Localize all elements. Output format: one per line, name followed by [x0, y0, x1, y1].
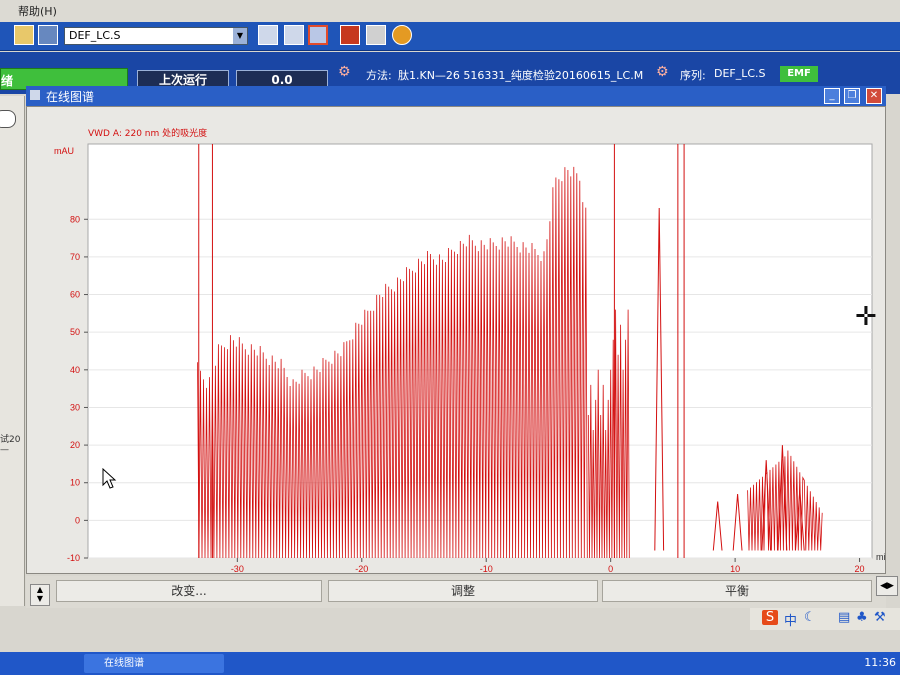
sogou-icon[interactable]: S	[762, 610, 778, 625]
left-panel: 试20—	[0, 96, 25, 606]
sequence-label: 序列:	[680, 69, 706, 82]
scroll-arrows[interactable]: ◀▶	[876, 576, 898, 596]
save-icon[interactable]	[38, 25, 58, 45]
x-axis-label: min	[876, 552, 886, 562]
y-tick-label: 40	[70, 365, 80, 375]
sequence-select[interactable]: DEF_LC.S ▼	[64, 27, 248, 45]
method-info[interactable]: ⚙ 方法: 肽1.KN—26 516331_纯度检验20160615_LC.M	[338, 64, 648, 86]
moon-icon[interactable]: ☾	[804, 610, 816, 625]
change-button[interactable]: 改变...	[56, 580, 322, 602]
print-icon[interactable]	[366, 25, 386, 45]
online-plot-title: 在线图谱	[46, 90, 95, 104]
x-tick-label: -20	[355, 564, 368, 574]
y-tick-label: 20	[70, 440, 80, 450]
taskbar-item[interactable]: 在线图谱	[84, 654, 224, 673]
chromatogram-chart[interactable]: -10 0 10 20 30 40 50 60 70 80 -30 -20 -10 0 10 20 mAU min	[26, 106, 886, 574]
emf-badge: EMF	[780, 66, 818, 82]
adjust-button[interactable]: 调整	[328, 580, 598, 602]
skin-icon[interactable]: ♣	[856, 610, 868, 625]
y-tick-label: 30	[70, 402, 80, 412]
window-b-icon[interactable]	[284, 25, 304, 45]
folder-icon[interactable]	[14, 25, 34, 45]
window-icon	[30, 90, 40, 100]
y-tick-label: 80	[70, 214, 80, 224]
clock: 11:36	[864, 656, 896, 669]
y-tick-label: 0	[75, 515, 80, 525]
menu-help[interactable]: 帮助(H)	[18, 3, 57, 19]
minimize-icon[interactable]: _	[824, 88, 840, 104]
x-tick-label: -10	[480, 564, 493, 574]
window-a-icon[interactable]	[258, 25, 278, 45]
ready-text: 绪	[1, 74, 14, 88]
x-tick-label: 10	[730, 564, 740, 574]
sequence-icon: ⚙	[656, 64, 669, 80]
y-tick-label: 70	[70, 252, 80, 262]
y-tick-label: -10	[67, 553, 80, 563]
crosshair-cursor-icon: ✛	[855, 302, 877, 332]
online-plot-icon[interactable]	[308, 25, 328, 45]
sequence-name: DEF_LC.S	[714, 67, 766, 80]
mouse-cursor-icon	[102, 468, 117, 489]
keyboard-icon[interactable]: ▤	[838, 610, 850, 625]
x-tick-label: -30	[231, 564, 244, 574]
x-tick-label: 0	[608, 564, 613, 574]
online-plot-titlebar[interactable]: 在线图谱 _ ❐ ✕	[26, 86, 886, 106]
button-bar: 改变... 调整 平衡	[26, 576, 886, 608]
taskbar: 在线图谱 11:36	[0, 652, 900, 675]
stop-icon[interactable]	[340, 25, 360, 45]
tool-icon[interactable]: ⚒	[874, 610, 886, 625]
method-icon: ⚙	[338, 64, 351, 80]
help-icon[interactable]	[392, 25, 412, 45]
y-tick-label: 10	[70, 478, 80, 488]
restore-icon[interactable]: ❐	[844, 88, 860, 104]
radio-button[interactable]	[0, 110, 16, 128]
sequence-info[interactable]: ⚙ 序列: DEF_LC.S	[656, 64, 776, 86]
left-fragment-text: 试20—	[0, 435, 21, 455]
ime-language[interactable]: 中	[784, 610, 797, 629]
menu-bar: 帮助(H)	[0, 0, 900, 22]
close-icon[interactable]: ✕	[866, 88, 882, 104]
spin-button[interactable]: ▲ ▼	[30, 584, 50, 606]
chevron-down-icon[interactable]: ▼	[233, 28, 247, 44]
x-tick-label: 20	[855, 564, 865, 574]
method-name: 肽1.KN—26 516331_纯度检验20160615_LC.M	[398, 69, 644, 82]
y-tick-label: 50	[70, 327, 80, 337]
ime-bar: S 中 ☾ ▤ ♣ ⚒	[750, 608, 900, 630]
sequence-select-value: DEF_LC.S	[69, 29, 121, 42]
y-tick-label: 60	[70, 290, 80, 300]
method-label: 方法:	[366, 69, 392, 82]
y-axis-label: mAU	[54, 146, 74, 156]
balance-button[interactable]: 平衡	[602, 580, 872, 602]
